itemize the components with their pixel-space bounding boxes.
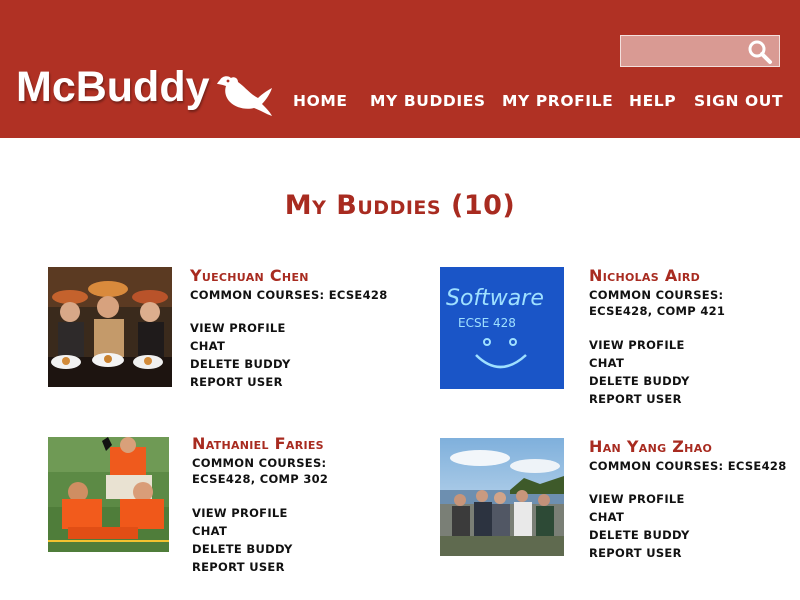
buddy-photo[interactable]: Software ECSE 428 <box>440 267 564 389</box>
common-courses: COMMON COURSES: ECSE428 <box>190 288 388 302</box>
buddy-photo[interactable] <box>48 267 172 387</box>
view-profile-link[interactable]: VIEW PROFILE <box>589 338 685 352</box>
buddy-photo[interactable] <box>440 438 564 556</box>
common-courses: COMMON COURSES: ECSE428, COMP 421 <box>589 288 726 318</box>
logo[interactable]: McBuddy <box>16 66 210 109</box>
delete-buddy-link[interactable]: DELETE BUDDY <box>192 542 293 556</box>
bird-logo-icon <box>217 76 272 116</box>
chat-link[interactable]: CHAT <box>190 339 225 353</box>
delete-buddy-link[interactable]: DELETE BUDDY <box>190 357 291 371</box>
delete-buddy-link[interactable]: DELETE BUDDY <box>589 528 690 542</box>
page-title: My Buddies (10) <box>284 190 516 221</box>
nav-help[interactable]: HELP <box>629 92 676 112</box>
report-user-link[interactable]: REPORT USER <box>190 375 283 389</box>
photo-handwriting: Software <box>446 286 544 311</box>
report-user-link[interactable]: REPORT USER <box>589 392 682 406</box>
nav-my-buddies[interactable]: MY BUDDIES <box>370 92 486 112</box>
report-user-link[interactable]: REPORT USER <box>192 560 285 574</box>
nav-sign-out[interactable]: SIGN OUT <box>694 92 783 112</box>
nav-home[interactable]: HOME <box>293 92 348 112</box>
view-profile-link[interactable]: VIEW PROFILE <box>192 506 288 520</box>
common-courses: COMMON COURSES: ECSE428 <box>589 459 787 473</box>
buddy-photo[interactable] <box>48 437 169 552</box>
search-input[interactable] <box>621 36 741 66</box>
buddy-name[interactable]: Nathaniel Faries <box>192 434 324 453</box>
chat-link[interactable]: CHAT <box>589 510 624 524</box>
photo-handwriting: ECSE 428 <box>458 316 516 330</box>
view-profile-link[interactable]: VIEW PROFILE <box>589 492 685 506</box>
report-user-link[interactable]: REPORT USER <box>589 546 682 560</box>
chat-link[interactable]: CHAT <box>192 524 227 538</box>
buddy-name[interactable]: Han Yang Zhao <box>589 437 712 456</box>
view-profile-link[interactable]: VIEW PROFILE <box>190 321 286 335</box>
buddy-name[interactable]: Nicholas Aird <box>589 266 700 285</box>
nav-my-profile[interactable]: MY PROFILE <box>502 92 613 112</box>
chat-link[interactable]: CHAT <box>589 356 624 370</box>
buddy-name[interactable]: Yuechuan Chen <box>190 266 309 285</box>
search-icon[interactable] <box>746 38 774 66</box>
delete-buddy-link[interactable]: DELETE BUDDY <box>589 374 690 388</box>
common-courses: COMMON COURSES: ECSE428, COMP 302 <box>192 456 329 486</box>
